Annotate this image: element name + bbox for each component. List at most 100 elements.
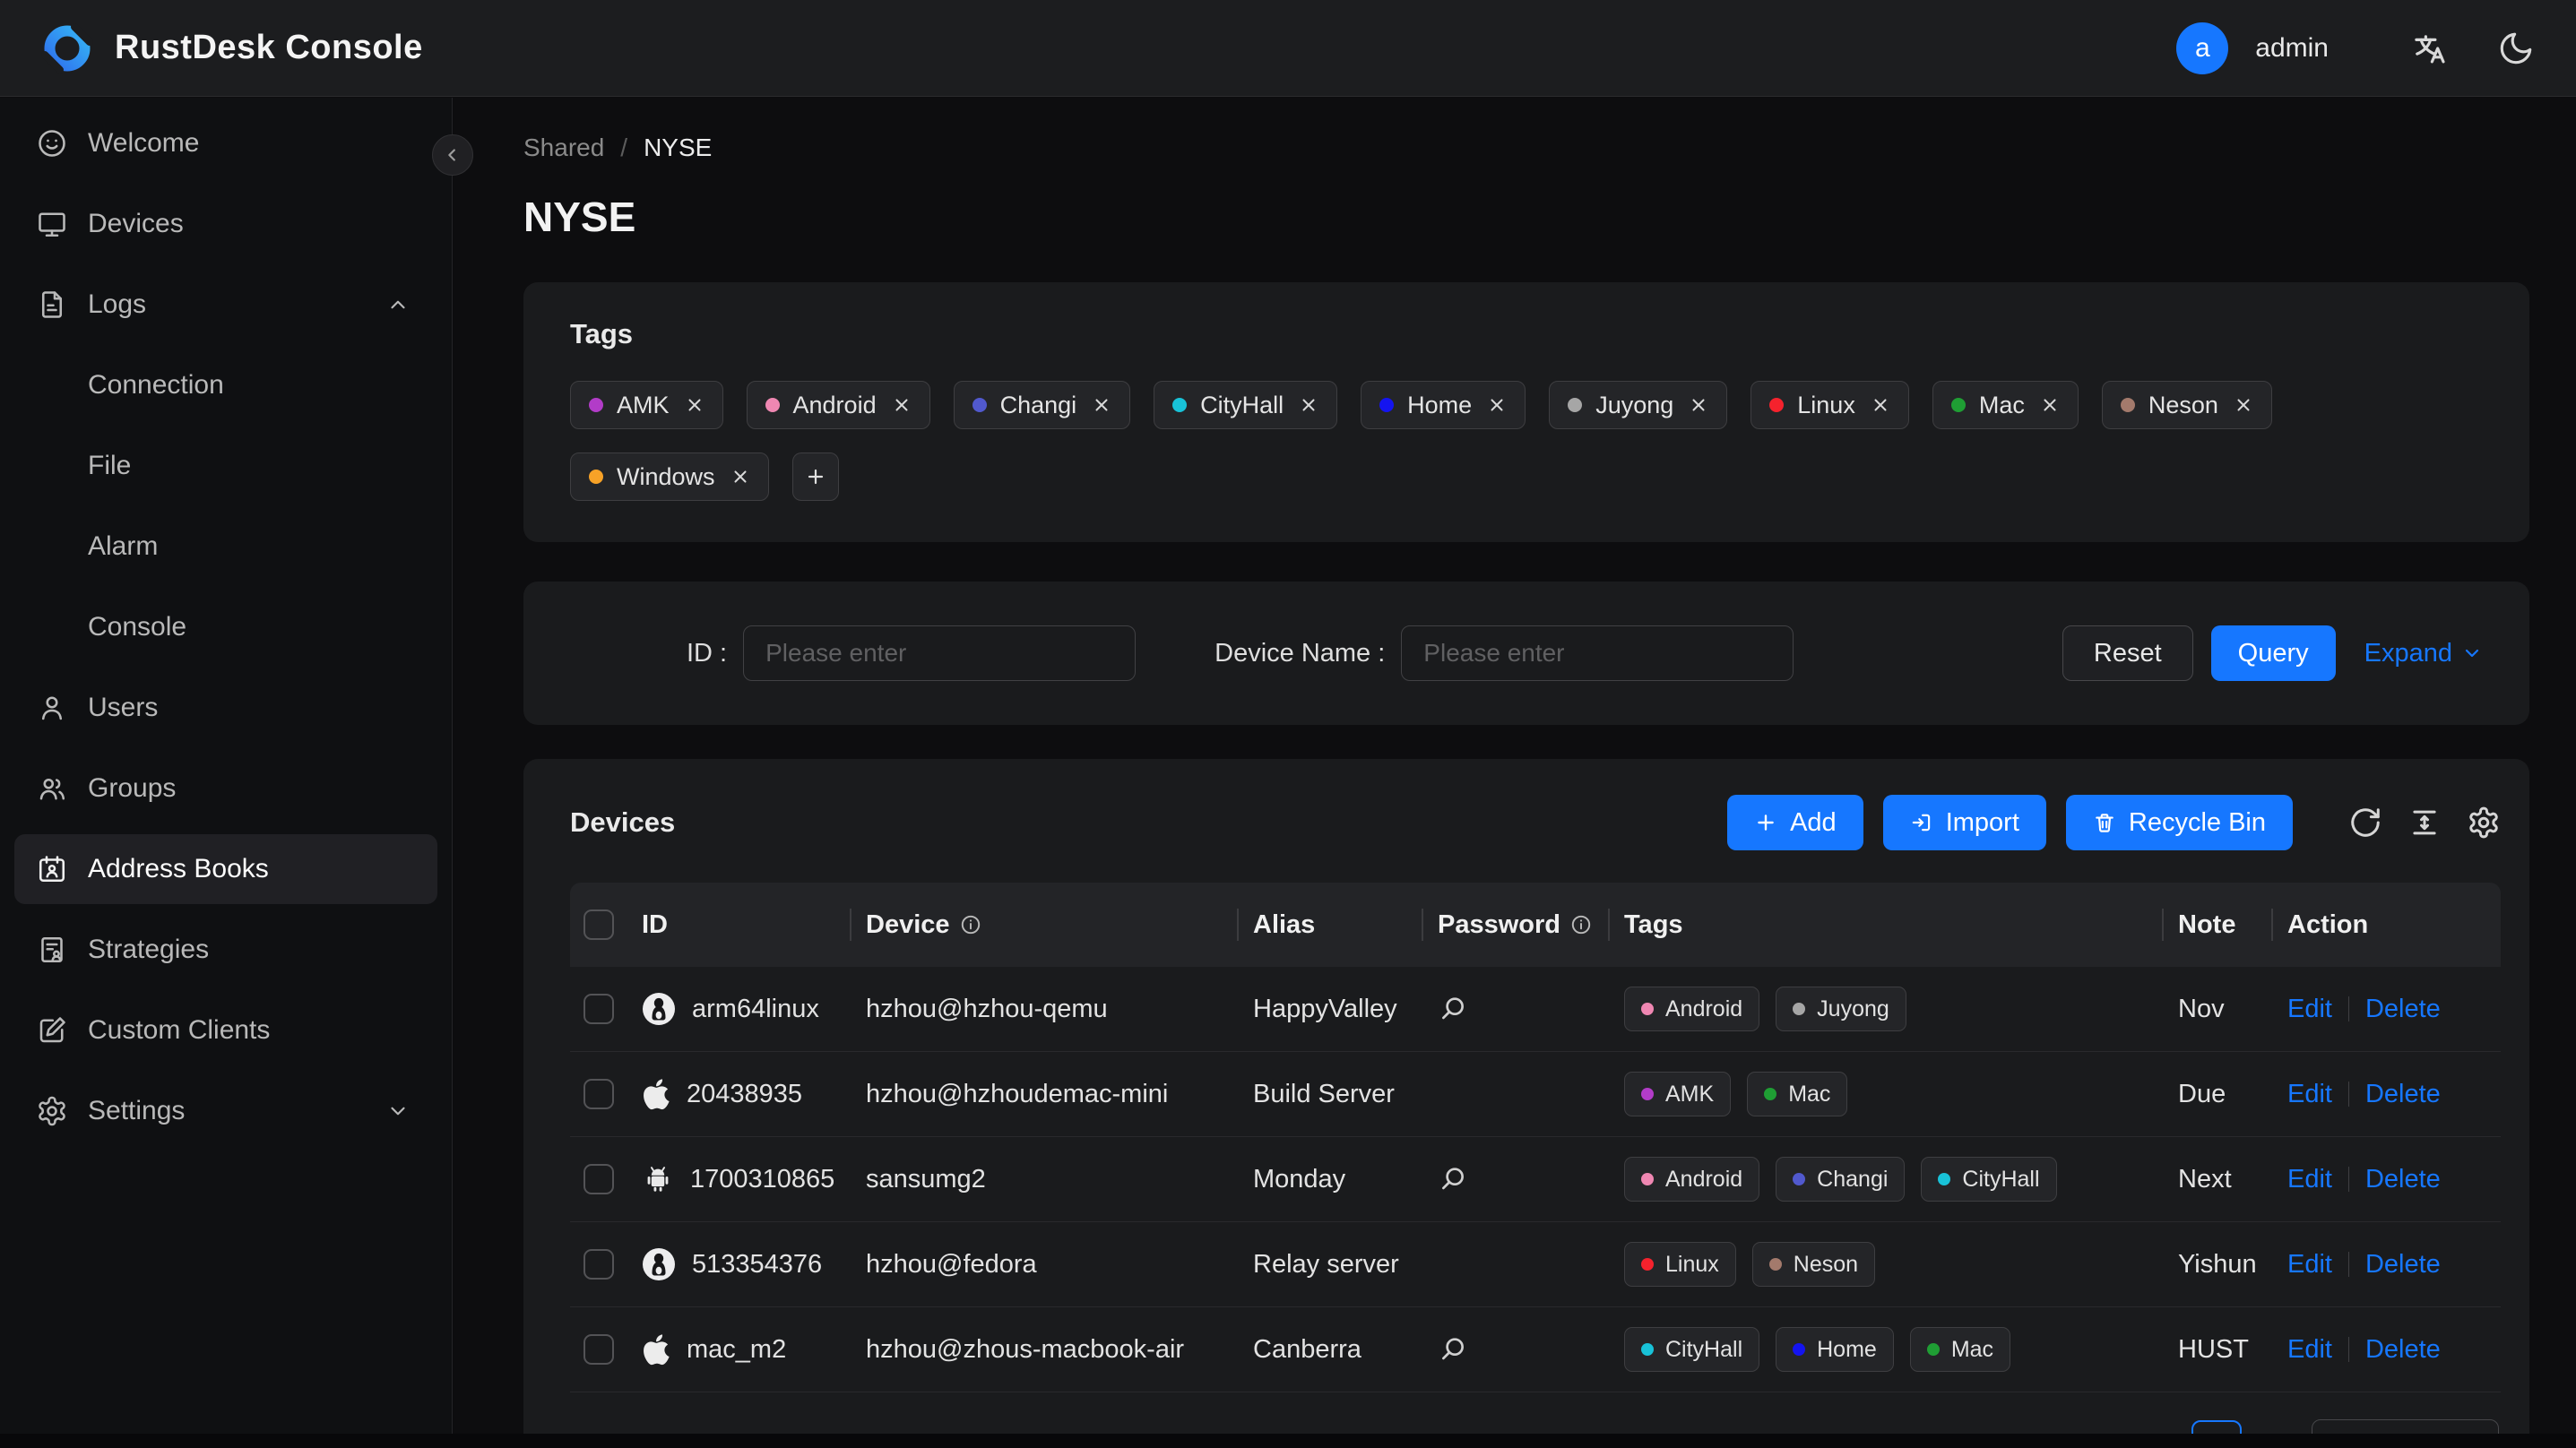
edit-link[interactable]: Edit — [2287, 995, 2332, 1024]
reset-button[interactable]: Reset — [2062, 625, 2193, 681]
filter-group-id: ID : — [687, 625, 1137, 681]
add-tag-button[interactable] — [791, 452, 839, 501]
tag-pill-changi: Changi — [953, 381, 1131, 429]
tag-pill-windows: Windows — [570, 452, 769, 501]
tag-list: AMK Android Changi CityHall Home Juyong … — [570, 381, 2483, 501]
sidebar-item-strategies[interactable]: Strategies — [14, 915, 437, 985]
row-checkbox[interactable] — [583, 1334, 614, 1365]
tag-color-dot — [1568, 398, 1583, 412]
column-settings-icon[interactable] — [2467, 806, 2501, 840]
sidebar-collapse-button[interactable] — [432, 134, 473, 176]
sidebar-item-file[interactable]: File — [14, 431, 437, 501]
tag-label: Home — [1407, 391, 1473, 418]
close-icon[interactable] — [1689, 395, 1708, 415]
query-button[interactable]: Query — [2210, 625, 2336, 681]
sidebar-item-alarm[interactable]: Alarm — [14, 512, 437, 582]
delete-link[interactable]: Delete — [2365, 1250, 2441, 1280]
row-checkbox[interactable] — [583, 994, 614, 1024]
moon-icon[interactable] — [2497, 30, 2535, 67]
device-id: mac_m2 — [687, 1334, 787, 1364]
delete-link[interactable]: Delete — [2365, 1165, 2441, 1194]
delete-link[interactable]: Delete — [2365, 1080, 2441, 1109]
tag-pill: Juyong — [1776, 987, 1906, 1031]
sidebar-item-console[interactable]: Console — [14, 592, 437, 662]
action-divider — [2347, 1082, 2349, 1107]
sidebar-item-devices[interactable]: Devices — [14, 189, 437, 259]
close-icon[interactable] — [892, 395, 912, 415]
apple-icon — [642, 1332, 670, 1366]
device-id: 513354376 — [692, 1249, 823, 1279]
import-icon — [1910, 811, 1933, 834]
info-icon — [1569, 913, 1593, 936]
close-icon[interactable] — [1871, 395, 1890, 415]
breadcrumb-parent[interactable]: Shared — [523, 134, 604, 162]
sidebar-item-label: Connection — [88, 370, 224, 400]
sidebar-item-users[interactable]: Users — [14, 673, 437, 743]
android-icon — [642, 1163, 674, 1195]
filter-actions: Reset Query Expand — [2062, 625, 2483, 681]
smiley-icon — [36, 127, 68, 159]
plus-icon — [805, 466, 826, 487]
sidebar-item-groups[interactable]: Groups — [14, 754, 437, 823]
close-icon[interactable] — [1299, 395, 1318, 415]
translate-icon[interactable] — [2409, 30, 2447, 67]
sidebar-item-connection[interactable]: Connection — [14, 350, 437, 420]
edit-link[interactable]: Edit — [2287, 1335, 2332, 1365]
avatar[interactable]: a — [2176, 22, 2229, 74]
user-name[interactable]: admin — [2255, 33, 2329, 64]
row-height-icon[interactable] — [2407, 806, 2442, 840]
sidebar-item-settings[interactable]: Settings — [14, 1076, 437, 1146]
action-cell: Edit Delete — [2273, 1080, 2501, 1109]
tag-label: Windows — [617, 462, 715, 490]
sidebar-item-logs[interactable]: Logs — [14, 270, 437, 340]
close-icon[interactable] — [1487, 395, 1507, 415]
expand-link[interactable]: Expand — [2364, 639, 2483, 668]
view-password-icon[interactable] — [1438, 994, 1468, 1024]
delete-link[interactable]: Delete — [2365, 995, 2441, 1024]
delete-link[interactable]: Delete — [2365, 1335, 2441, 1365]
id-input[interactable] — [743, 625, 1137, 681]
device-name-input[interactable] — [1401, 625, 1794, 681]
add-button[interactable]: Add — [1727, 795, 1863, 850]
main-content: Shared / NYSE NYSE Tags AMK Android Chan… — [454, 98, 2576, 1434]
tag-color-dot — [1379, 398, 1395, 412]
plus-icon — [1754, 811, 1777, 834]
sidebar-item-custom-clients[interactable]: Custom Clients — [14, 996, 437, 1065]
import-button[interactable]: Import — [1882, 795, 2046, 850]
page-number-button[interactable]: 1 — [2191, 1420, 2243, 1434]
close-icon[interactable] — [730, 467, 750, 487]
page-title: NYSE — [523, 194, 636, 240]
recycle-bin-button-label: Recycle Bin — [2128, 807, 2266, 837]
action-cell: Edit Delete — [2273, 1335, 2501, 1365]
topbar-right: a admin — [2176, 22, 2535, 74]
table-row: 513354376 hzhou@fedora Relay server Linu… — [570, 1222, 2501, 1307]
sidebar-item-address-books[interactable]: Address Books — [14, 834, 437, 904]
alias-cell: Monday — [1253, 1164, 1346, 1194]
refresh-icon[interactable] — [2348, 806, 2382, 840]
view-password-icon[interactable] — [1438, 1334, 1468, 1365]
linux-icon — [642, 1247, 676, 1281]
edit-link[interactable]: Edit — [2287, 1250, 2332, 1280]
edit-link[interactable]: Edit — [2287, 1165, 2332, 1194]
edit-link[interactable]: Edit — [2287, 1080, 2332, 1109]
select-all-checkbox[interactable] — [583, 909, 614, 940]
table-row: 1700310865 sansumg2 Monday Android Chang… — [570, 1137, 2501, 1222]
recycle-bin-button[interactable]: Recycle Bin — [2065, 795, 2293, 850]
close-icon[interactable] — [2040, 395, 2060, 415]
view-password-icon[interactable] — [1438, 1164, 1468, 1194]
close-icon[interactable] — [2234, 395, 2253, 415]
sidebar-item-welcome[interactable]: Welcome — [14, 108, 437, 178]
page-size-select[interactable]: 20 / page — [2312, 1419, 2499, 1434]
alias-cell: Canberra — [1253, 1334, 1361, 1364]
close-icon[interactable] — [1092, 395, 1111, 415]
row-checkbox[interactable] — [583, 1164, 614, 1194]
tag-pill: Neson — [1751, 1242, 1876, 1287]
close-icon[interactable] — [685, 395, 705, 415]
tag-color-dot — [2120, 398, 2135, 412]
row-checkbox[interactable] — [583, 1249, 614, 1280]
rustdesk-console-page: { "app": { "title": "RustDesk Console" }… — [0, 0, 2576, 1448]
tag-pill-juyong: Juyong — [1549, 381, 1728, 429]
sidebar-item-label: Address Books — [88, 854, 269, 883]
row-checkbox[interactable] — [583, 1079, 614, 1109]
devices-toolbar: Add Import Recycle Bin — [1727, 795, 2501, 850]
